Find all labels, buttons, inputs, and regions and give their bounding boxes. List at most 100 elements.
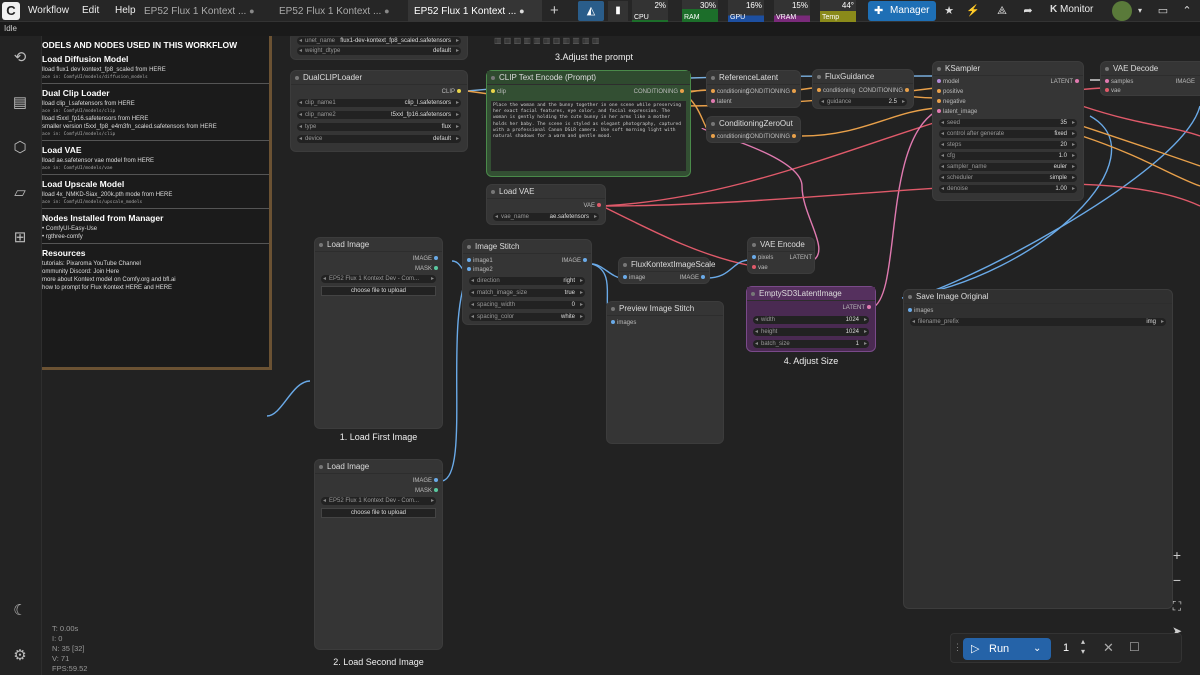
node-vae-encode[interactable]: VAE Encode pixels LATENT vae — [747, 237, 815, 274]
node-reference-latent[interactable]: ReferenceLatent conditioning CONDITIONIN… — [706, 70, 801, 108]
menu-edit[interactable]: Edit — [82, 5, 99, 16]
node-empty-sd3-latent-image[interactable]: EmptySD3LatentImage LATENT width1024 hei… — [746, 286, 876, 352]
nodes-icon[interactable]: ⟁ — [995, 4, 1009, 18]
input-image2[interactable]: image2 — [465, 267, 493, 273]
choose-file-button[interactable]: choose file to upload — [321, 508, 436, 518]
new-tab-icon[interactable]: + — [550, 2, 559, 19]
node-conditioning-zero-out[interactable]: ConditioningZeroOut conditioning CONDITI… — [706, 116, 801, 143]
input-negative[interactable]: negative — [935, 99, 966, 105]
output-latent[interactable]: LATENT — [842, 305, 873, 311]
widget-direction[interactable]: directionright — [469, 277, 585, 285]
notes-line[interactable]: lload ae.safetensor vae model from HERE — [42, 158, 269, 164]
node-toolbar[interactable]: ▥ ▥ ▥ ▥ ▥ ▥ ▥ ▥ ▥ ▥ ▥ — [494, 36, 599, 52]
output-vae[interactable]: VAE — [583, 203, 603, 209]
batch-count-input[interactable]: 1 — [1063, 642, 1069, 654]
stop-queue-icon[interactable]: ☐ — [1129, 640, 1140, 654]
node-library-icon[interactable]: ⊞ — [10, 228, 30, 248]
widget-image-file[interactable]: EP52 Flux 1 Kontext Dev - Com... — [321, 275, 436, 283]
chevron-down-icon[interactable]: ▾ — [1133, 4, 1147, 18]
monitor-button[interactable]: K Monitor — [1050, 4, 1093, 15]
input-conditioning[interactable]: conditioning — [709, 134, 749, 140]
bookmark-icon[interactable]: ▮ — [608, 1, 628, 21]
graph-canvas[interactable]: ODELS AND NODES USED IN THIS WORKFLOW Lo… — [42, 36, 1200, 675]
input-images[interactable]: images — [609, 320, 636, 326]
input-latent-image[interactable]: latent_image — [935, 109, 977, 115]
output-conditioning[interactable]: CONDITIONING — [634, 89, 686, 95]
node-image-stitch[interactable]: Image Stitch image1 IMAGE image2 directi… — [462, 239, 592, 325]
output-conditioning[interactable]: CONDITIONING — [746, 89, 798, 95]
workflow-notes[interactable]: ODELS AND NODES USED IN THIS WORKFLOW Lo… — [42, 36, 272, 370]
fit-view-icon[interactable]: ⛶ — [1167, 596, 1187, 616]
redo-icon[interactable]: ➦ — [1021, 4, 1035, 18]
notes-line[interactable]: more about Kontext model on Comfy.org an… — [42, 277, 269, 283]
widget-clip-name1[interactable]: clip_name1clip_l.safetensors — [297, 99, 461, 107]
prompt-textarea[interactable]: Place the woman and the bunny together i… — [491, 101, 686, 171]
widget-seed[interactable]: seed35 — [939, 119, 1077, 127]
collapse-icon[interactable]: ⌃ — [1180, 4, 1194, 18]
node-flux-guidance[interactable]: FluxGuidance conditioning CONDITIONING g… — [812, 69, 914, 109]
input-pixels[interactable]: pixels — [750, 255, 773, 261]
widget-device[interactable]: devicedefault — [297, 135, 461, 143]
input-conditioning[interactable]: conditioning — [709, 89, 749, 95]
node-load-vae[interactable]: Load VAE VAE vae_nameae.safetensors — [486, 184, 606, 225]
widget-sampler-name[interactable]: sampler_nameeuler — [939, 163, 1077, 171]
widget-filename-prefix[interactable]: filename_prefiximg — [910, 318, 1166, 326]
input-conditioning[interactable]: conditioning — [815, 88, 855, 94]
output-clip[interactable]: CLIP — [442, 89, 463, 95]
notes-line[interactable]: tutorials: Pixaroma YouTube Channel — [42, 261, 269, 267]
notes-line[interactable]: lload clip_l.safetensors from HERE — [42, 101, 269, 107]
widget-vae-name[interactable]: vae_nameae.safetensors — [493, 213, 599, 221]
node-vae-decode[interactable]: VAE Decode samples IMAGE vae — [1100, 61, 1200, 96]
widget-batch-size[interactable]: batch_size1 — [753, 340, 869, 348]
notes-line[interactable]: lload 4x_NMKD-Siax_200k.pth mode from HE… — [42, 192, 269, 198]
input-image1[interactable]: image1 — [465, 258, 493, 264]
cancel-icon[interactable]: ✕ — [1103, 640, 1114, 656]
widget-width[interactable]: width1024 — [753, 316, 869, 324]
crystools-icon[interactable]: ◭ — [578, 1, 604, 21]
output-mask[interactable]: MASK — [415, 488, 440, 494]
output-image[interactable]: IMAGE — [413, 256, 440, 262]
zoom-out-icon[interactable]: − — [1167, 570, 1187, 590]
history-icon[interactable]: ⟲ — [10, 48, 30, 68]
node-load-image-first[interactable]: Load Image IMAGE MASK EP52 Flux 1 Kontex… — [314, 237, 443, 429]
widget-guidance[interactable]: guidance2.5 — [819, 98, 907, 106]
node-load-diffusion-model[interactable]: unet_nameflux1-dev-kontext_fp8_scaled.sa… — [290, 36, 468, 60]
share-node-icon[interactable]: ⚡ — [966, 4, 980, 18]
output-latent[interactable]: LATENT — [1050, 79, 1081, 85]
input-samples[interactable]: samples — [1103, 79, 1133, 85]
panel-icon[interactable]: ▭ — [1156, 4, 1170, 18]
node-dual-clip-loader[interactable]: DualCLIPLoader CLIP clip_name1clip_l.saf… — [290, 70, 468, 152]
widget-type[interactable]: typeflux — [297, 123, 461, 131]
node-flux-kontext-image-scale[interactable]: FluxKontextImageScale image IMAGE — [618, 257, 716, 284]
widget-scheduler[interactable]: schedulersimple — [939, 174, 1077, 182]
widget-denoise[interactable]: denoise1.00 — [939, 185, 1077, 193]
notes-line[interactable]: ommunity Discord: Join Here — [42, 269, 269, 275]
output-image[interactable]: IMAGE — [680, 275, 707, 281]
output-image[interactable]: IMAGE — [413, 478, 440, 484]
workflows-folder-icon[interactable]: ▱ — [10, 183, 30, 203]
manager-button[interactable]: ✚ Manager — [868, 1, 936, 21]
tab-workflow-3[interactable]: EP52 Flux 1 Kontext ... ● — [408, 0, 542, 22]
input-latent[interactable]: latent — [709, 99, 732, 105]
widget-cfg[interactable]: cfg1.0 — [939, 152, 1077, 160]
output-mask[interactable]: MASK — [415, 266, 440, 272]
widget-control-after-generate[interactable]: control after generatefixed — [939, 130, 1077, 138]
settings-gear-icon[interactable]: ⚙ — [10, 646, 30, 666]
input-images[interactable]: images — [906, 308, 933, 314]
widget-match-image-size[interactable]: match_image_sizetrue — [469, 289, 585, 297]
output-conditioning[interactable]: CONDITIONING — [859, 88, 911, 94]
node-preview-image-stitch[interactable]: Preview Image Stitch images — [606, 301, 724, 444]
notes-line[interactable]: smaller version t5xxl_fp8_e4m3fn_scaled.… — [42, 124, 269, 130]
widget-unet-name[interactable]: unet_nameflux1-dev-kontext_fp8_scaled.sa… — [297, 37, 461, 45]
widget-image-file[interactable]: EP52 Flux 1 Kontext Dev - Com... — [321, 497, 436, 505]
widget-steps[interactable]: steps20 — [939, 141, 1077, 149]
output-image[interactable]: IMAGE — [562, 258, 589, 264]
output-latent[interactable]: LATENT — [789, 255, 812, 261]
theme-moon-icon[interactable]: ☾ — [10, 601, 30, 621]
widget-height[interactable]: height1024 — [753, 328, 869, 336]
node-ksampler[interactable]: KSampler model LATENT positive negative … — [932, 61, 1084, 201]
choose-file-button[interactable]: choose file to upload — [321, 286, 436, 296]
input-clip[interactable]: clip — [489, 89, 506, 95]
widget-clip-name2[interactable]: clip_name2t5xxl_fp16.safetensors — [297, 111, 461, 119]
avatar[interactable] — [1112, 1, 1132, 21]
